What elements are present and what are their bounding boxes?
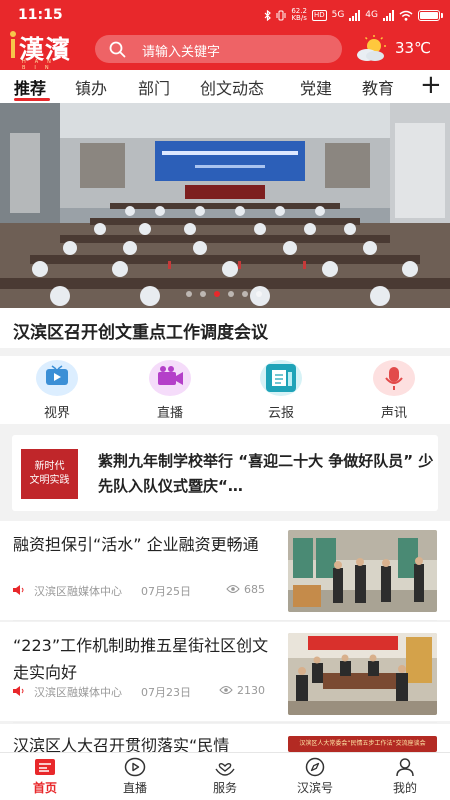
home-news-icon (35, 759, 55, 775)
news-thumbnail (288, 530, 437, 612)
carousel-dots (186, 291, 262, 297)
search-bar[interactable]: 请输入关键字 (95, 35, 342, 63)
logo-mark-icon (10, 31, 16, 58)
news-views: 2130 (219, 684, 265, 697)
compass-icon (305, 757, 325, 777)
news-item[interactable]: 汉滨区人大召开贯彻落实“民情 汉滨区人大常委会“民情五步工作法”交流座谈会 (0, 724, 450, 752)
search-input[interactable]: 请输入关键字 (142, 41, 220, 60)
banner-carousel[interactable] (0, 103, 450, 308)
nav-label: 服务 (212, 781, 237, 795)
carousel-dot[interactable] (228, 291, 234, 297)
network-4g-label: 4G (365, 10, 378, 20)
quick-link-cloud-paper[interactable]: 云报 (251, 360, 311, 421)
quick-link-live[interactable]: 直播 (140, 360, 200, 421)
nav-label: 我的 (392, 781, 417, 795)
app-header: 11:15 62.2 KB/s HD 5G 4G 漢濱 HAN BIN 请输入关键… (0, 0, 450, 71)
signal-icon (349, 9, 361, 21)
tab-education[interactable]: 教育 (362, 75, 394, 99)
nav-label: 汉滨号 (296, 781, 333, 795)
divider (13, 620, 437, 621)
newspaper-icon (260, 360, 302, 396)
network-5g-label: 5G (331, 10, 345, 20)
net-speed: 62.2 KB/s (291, 7, 307, 22)
news-title: “223”工作机制助推五星街社区创文走实向好 (13, 636, 269, 682)
search-icon (109, 41, 126, 58)
vibrate-icon (276, 10, 286, 20)
news-date: 07月23日 (141, 686, 191, 699)
quick-link-label: 声讯 (380, 406, 407, 421)
carousel-dot[interactable] (242, 291, 248, 297)
divider (13, 722, 437, 723)
nav-home[interactable]: 首页 (15, 757, 75, 796)
banner-headline[interactable]: 汉滨区召开创文重点工作调度会议 (0, 308, 450, 348)
carousel-dot[interactable] (200, 291, 206, 297)
weather-temperature: 33℃ (395, 39, 431, 57)
news-item[interactable]: 融资担保引“活水” 企业融资更畅通 汉滨区融媒体中心 07月25日 685 (0, 521, 450, 620)
bottom-navigation: 首页 直播 服务 汉滨号 我的 (0, 752, 450, 800)
wifi-icon (399, 10, 413, 21)
news-thumbnail (288, 633, 437, 715)
hd-badge: HD (311, 9, 327, 21)
signal-icon-2 (383, 9, 394, 21)
quick-link-audio[interactable]: 声讯 (364, 360, 424, 421)
live-play-icon (124, 757, 146, 777)
quick-link-vision[interactable]: 视界 (27, 360, 87, 421)
nav-profile[interactable]: 我的 (375, 757, 435, 796)
news-source: 汉滨区融媒体中心 (34, 686, 122, 699)
status-time: 11:15 (18, 7, 63, 23)
quick-link-label: 视界 (43, 406, 70, 421)
carousel-dot[interactable] (256, 291, 262, 297)
service-hands-icon (215, 763, 235, 776)
nav-label: 直播 (122, 781, 147, 795)
news-title: 汉滨区人大召开贯彻落实“民情 (13, 736, 230, 752)
add-tab-button[interactable]: + (420, 72, 442, 98)
civilization-practice-badge: 新时代 文明实践 (21, 449, 78, 499)
news-item[interactable]: “223”工作机制助推五星街社区创文走实向好 汉滨区融媒体中心 07月23日 2… (0, 622, 450, 721)
nav-service[interactable]: 服务 (195, 757, 255, 796)
bluetooth-icon (264, 9, 272, 21)
news-source: 汉滨区融媒体中心 (34, 585, 122, 598)
featured-article[interactable]: 新时代 文明实践 紫荆九年制学校举行 “喜迎二十大 争做好队员” 少先队入队仪式… (12, 435, 438, 511)
eye-icon (226, 585, 240, 593)
nav-live[interactable]: 直播 (105, 757, 165, 796)
status-bar: 11:15 62.2 KB/s HD 5G 4G (0, 0, 450, 32)
banner-headline-text: 汉滨区召开创文重点工作调度会议 (13, 323, 268, 343)
speaker-icon (13, 585, 24, 595)
profile-icon (396, 758, 414, 777)
banner-image (0, 103, 450, 308)
carousel-dot[interactable] (214, 291, 220, 297)
status-icons: 62.2 KB/s HD 5G 4G (264, 7, 443, 22)
nav-hanbin-account[interactable]: 汉滨号 (285, 757, 345, 796)
quick-links: 视界 直播 云报 声讯 (0, 356, 450, 424)
partly-cloudy-icon (357, 35, 386, 61)
tab-active-indicator (14, 98, 50, 101)
eye-icon (219, 686, 233, 694)
tab-civilization-news[interactable]: 创文动态 (200, 75, 264, 99)
tab-departments[interactable]: 部门 (138, 75, 170, 99)
news-title: 融资担保引“活水” 企业融资更畅通 (13, 535, 259, 554)
speaker-icon (13, 686, 24, 696)
nav-label: 首页 (32, 781, 57, 795)
tab-party-building[interactable]: 党建 (300, 75, 332, 99)
weather-widget[interactable]: 33℃ (352, 34, 444, 64)
quick-link-label: 直播 (156, 406, 183, 421)
app-logo[interactable]: 漢濱 HAN BIN (8, 30, 78, 71)
category-tabs: 推荐 镇办 部门 创文动态 党建 教育 + (0, 70, 450, 103)
tab-towns[interactable]: 镇办 (75, 75, 107, 99)
tab-recommend[interactable]: 推荐 (14, 75, 46, 99)
news-thumbnail: 汉滨区人大常委会“民情五步工作法”交流座谈会 (288, 736, 437, 752)
battery-icon (418, 9, 443, 21)
quick-link-label: 云报 (267, 406, 294, 421)
microphone-icon (373, 360, 415, 396)
tv-icon (36, 360, 78, 396)
video-camera-icon (149, 360, 191, 396)
featured-article-title: 紫荆九年制学校举行 “喜迎二十大 争做好队员” 少先队入队仪式暨庆“… (98, 452, 434, 495)
carousel-dot[interactable] (186, 291, 192, 297)
news-views: 685 (226, 583, 265, 596)
news-date: 07月25日 (141, 585, 191, 598)
